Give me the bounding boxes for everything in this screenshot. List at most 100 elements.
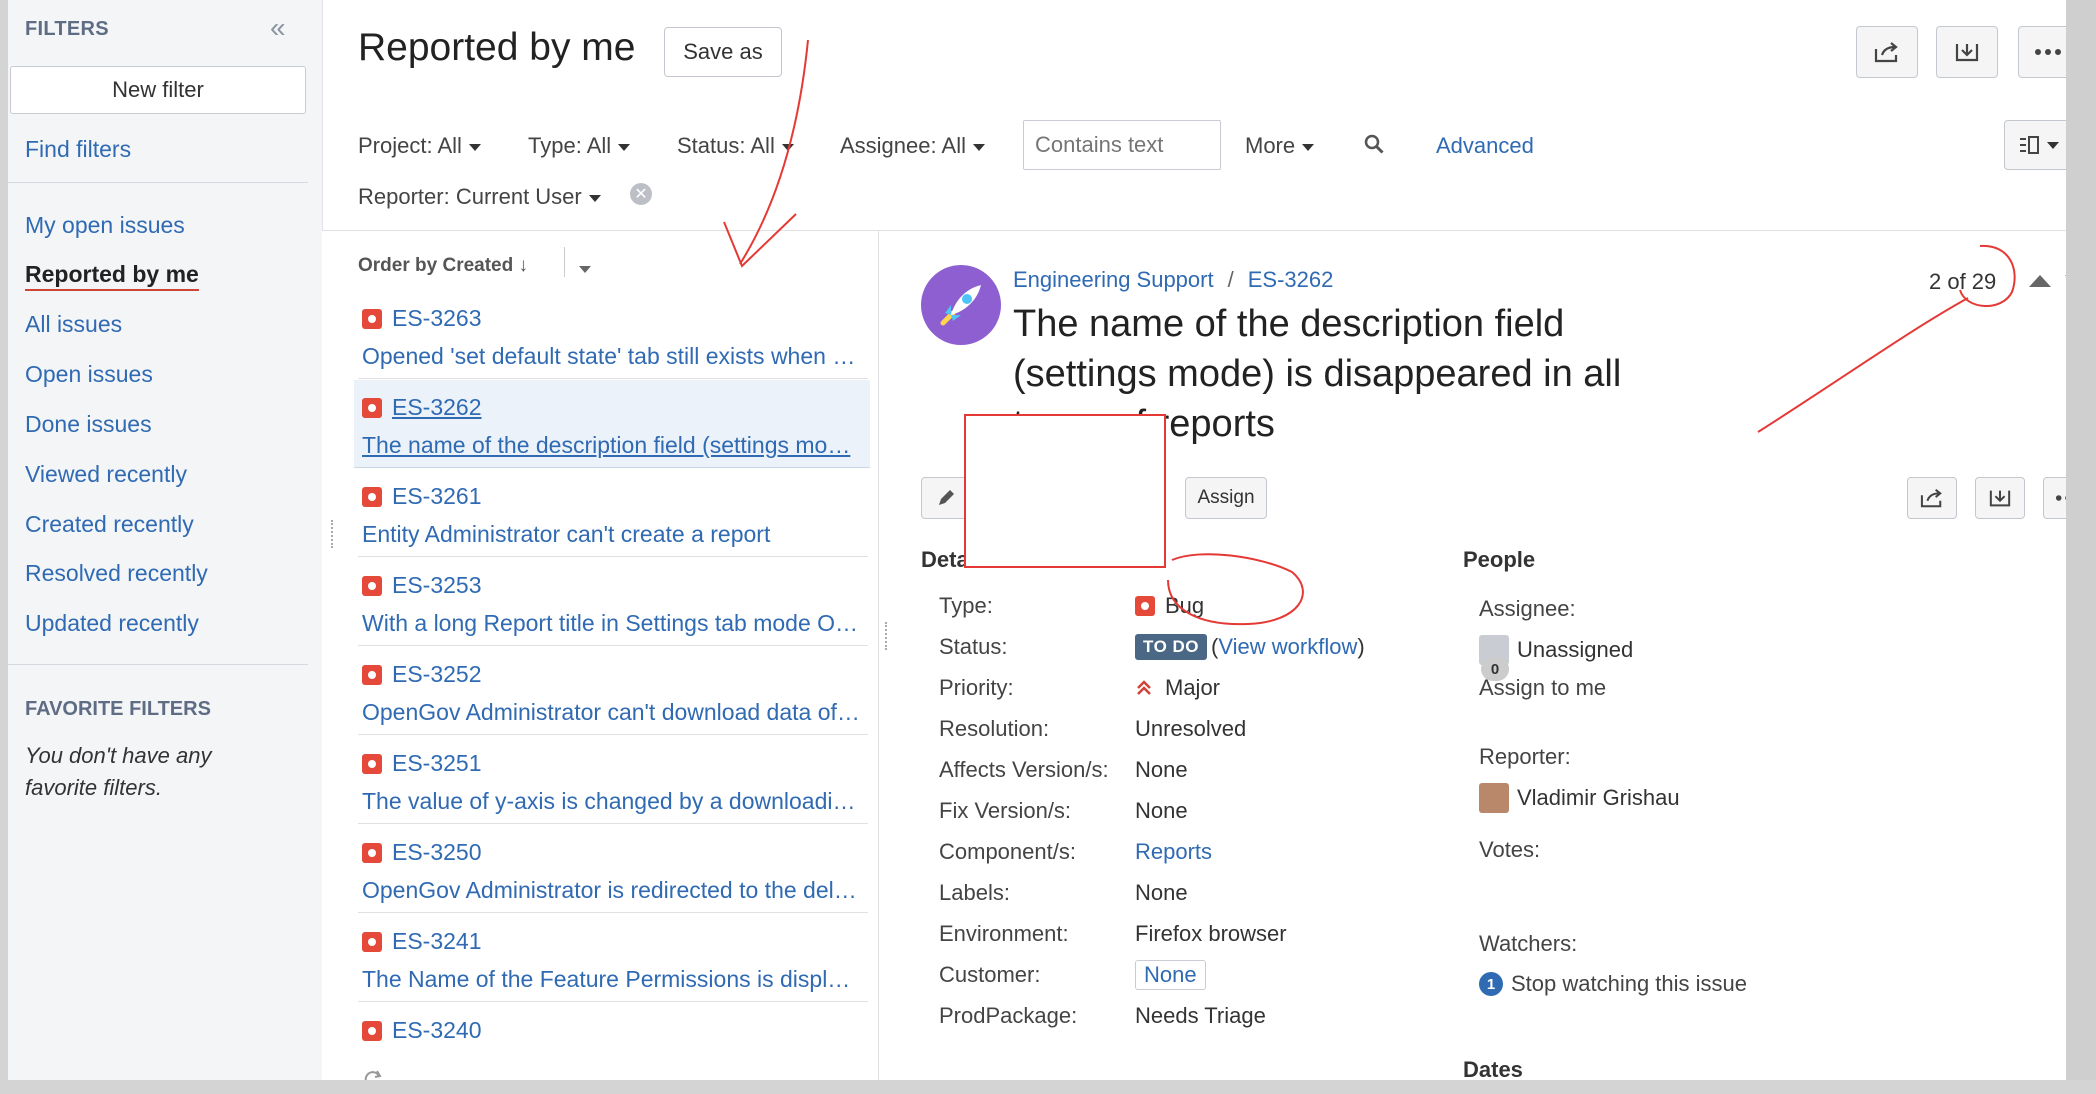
status-paren-open: ( (1211, 634, 1219, 659)
list-item[interactable]: ES-3252 OpenGov Administrator can't down… (358, 647, 868, 735)
issue-summary: Opened 'set default state' tab still exi… (362, 343, 856, 369)
affects-version-value: None (1135, 757, 1188, 782)
reporter-name: Vladimir Grishau (1517, 785, 1680, 810)
reporter-value: Vladimir Grishau (1479, 783, 1680, 813)
view-workflow-link[interactable]: View workflow (1218, 634, 1357, 660)
components-value[interactable]: Reports (1135, 839, 1212, 865)
share-icon (1920, 488, 1942, 508)
components-label: Component/s: (939, 839, 1076, 864)
issue-key: ES-3241 (392, 928, 482, 954)
layout-toggle-button[interactable] (2004, 120, 2066, 170)
issue-more-button[interactable] (2043, 477, 2066, 519)
sidebar-item-all-issues[interactable]: All issues (25, 311, 122, 338)
stop-watching-text: Stop watching this issue (1511, 971, 1748, 996)
favorite-filters-empty: You don't have any favorite filters. (25, 743, 212, 800)
list-item-selected[interactable]: ES-3262 The name of the description fiel… (354, 380, 870, 468)
list-item[interactable]: ES-3251 The value of y-axis is changed b… (358, 736, 868, 824)
sidebar-item-done-issues[interactable]: Done issues (25, 411, 152, 438)
details-header: Deta (921, 547, 969, 572)
filters-header: FILTERS (25, 18, 109, 40)
customer-badge[interactable]: None (1135, 960, 1206, 990)
prodpackage-label: ProdPackage: (939, 1003, 1078, 1028)
order-by-button[interactable]: Order by Created ↓ (358, 255, 528, 277)
breadcrumb: Engineering Support / ES-3262 (1013, 267, 1333, 293)
sidebar-item-updated-recently[interactable]: Updated recently (25, 610, 199, 637)
affects-version-label: Affects Version/s: (939, 757, 1109, 782)
save-as-button[interactable]: Save as (664, 27, 782, 77)
list-item[interactable]: ES-3253 With a long Report title in Sett… (358, 558, 868, 646)
assignee-filter[interactable]: Assignee: All (840, 133, 985, 159)
sidebar-item-my-open-issues[interactable]: My open issues (25, 212, 185, 239)
chevron-down-icon (2046, 141, 2059, 149)
issue-key: ES-3261 (392, 483, 482, 509)
assignee-name: Unassigned (1517, 637, 1634, 662)
page-title: Reported by me (358, 26, 636, 69)
share-button[interactable] (1856, 26, 1918, 78)
reporter-filter[interactable]: Reporter: Current User (358, 184, 601, 210)
customer-label: Customer: (939, 962, 1041, 987)
sidebar-item-resolved-recently[interactable]: Resolved recently (25, 560, 208, 587)
new-filter-button[interactable]: New filter (10, 66, 306, 114)
sidebar-resize-handle[interactable] (331, 520, 336, 548)
list-item[interactable]: ES-3241 The Name of the Feature Permissi… (358, 914, 868, 1002)
previous-issue-icon[interactable] (2029, 275, 2051, 287)
ellipsis-icon (2055, 495, 2066, 501)
issue-key: ES-3253 (392, 572, 482, 598)
chevron-down-icon (618, 143, 631, 151)
priority-value: Major (1135, 675, 1220, 701)
sidebar-divider (8, 182, 308, 183)
sidebar-item-open-issues[interactable]: Open issues (25, 361, 153, 388)
votes-count[interactable]: 0 (1481, 657, 1509, 681)
labels-value: None (1135, 880, 1188, 905)
list-item[interactable]: ES-3250 OpenGov Administrator is redirec… (358, 825, 868, 913)
sidebar-item-reported-by-me[interactable]: Reported by me (25, 261, 199, 291)
share-icon (1874, 42, 1898, 63)
assignee-filter-label: Assignee: All (840, 133, 966, 158)
order-by-dropdown[interactable] (572, 261, 591, 279)
collapse-sidebar-icon[interactable]: « (270, 12, 286, 44)
share-issue-button[interactable] (1907, 477, 1957, 519)
sidebar-item-viewed-recently[interactable]: Viewed recently (25, 461, 187, 488)
resolution-value: Unresolved (1135, 716, 1247, 741)
more-actions-button[interactable] (2018, 26, 2066, 78)
bug-icon (362, 486, 382, 507)
project-filter[interactable]: Project: All (358, 133, 481, 159)
list-item[interactable]: ES-3263 Opened 'set default state' tab s… (358, 291, 868, 379)
search-icon[interactable] (1363, 133, 1387, 162)
type-text: Bug (1165, 593, 1205, 618)
issue-key: ES-3262 (392, 394, 482, 420)
project-link[interactable]: Engineering Support (1013, 267, 1214, 292)
export-issue-button[interactable] (1975, 477, 2025, 519)
type-filter[interactable]: Type: All (528, 133, 631, 159)
issue-key-link[interactable]: ES-3262 (1248, 267, 1334, 292)
status-filter[interactable]: Status: All (677, 133, 794, 159)
list-item[interactable]: ES-3261 Entity Administrator can't creat… (358, 469, 868, 557)
find-filters-link[interactable]: Find filters (25, 136, 131, 163)
bug-icon (362, 575, 382, 596)
list-item[interactable]: ES-3240 (358, 1003, 868, 1080)
redaction-box (964, 414, 1166, 568)
type-value: Bug (1135, 593, 1204, 619)
chevron-down-icon (781, 143, 794, 151)
contains-text-input[interactable] (1023, 120, 1221, 170)
votes-label: Votes: (1479, 837, 1541, 862)
stop-watching-link[interactable]: 1 Stop watching this issue (1479, 971, 1747, 997)
favorite-filters-header: FAVORITE FILTERS (25, 698, 211, 720)
sidebar-item-created-recently[interactable]: Created recently (25, 511, 194, 538)
assign-button[interactable]: Assign (1185, 477, 1267, 519)
assignee-label: Assignee: (1479, 596, 1576, 621)
advanced-search-link[interactable]: Advanced (1436, 133, 1534, 159)
rocket-icon (940, 285, 981, 326)
reporter-filter-label: Reporter: Current User (358, 184, 582, 209)
reporter-avatar (1479, 783, 1509, 813)
issue-list-panel: Order by Created ↓ ES-3263 Opened 'set d… (322, 231, 879, 1080)
priority-text: Major (1165, 675, 1221, 700)
project-filter-label: Project: All (358, 133, 462, 158)
clear-filter-icon[interactable]: ✕ (630, 183, 652, 205)
more-filter[interactable]: More (1245, 133, 1315, 159)
bug-icon (362, 1020, 382, 1041)
export-button[interactable] (1936, 26, 1998, 78)
refresh-icon[interactable] (362, 1069, 384, 1080)
priority-label: Priority: (939, 675, 1014, 700)
customer-value: None (1135, 960, 1206, 990)
